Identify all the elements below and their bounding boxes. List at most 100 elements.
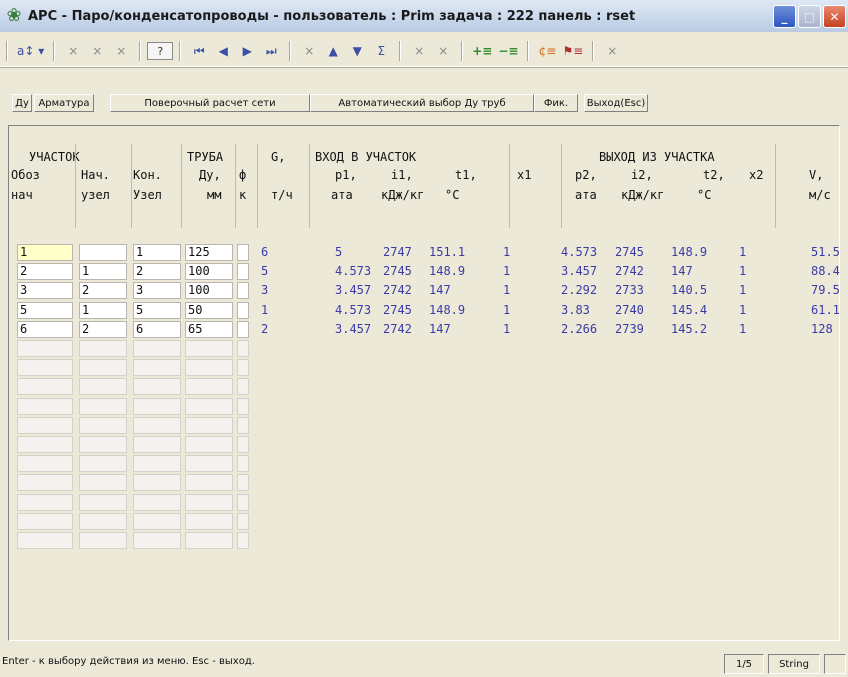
title-bar[interactable]: ❀ APC - Паро/конденсатопроводы - пользов…: [0, 0, 848, 32]
insert-row-icon[interactable]: +≡: [469, 41, 495, 61]
cell-oboz[interactable]: 6: [17, 321, 73, 338]
cell-oboz[interactable]: 2: [17, 263, 73, 280]
cell-kon[interactable]: 5: [133, 302, 181, 319]
cell-f[interactable]: [237, 532, 249, 549]
cell-du[interactable]: [185, 494, 233, 511]
cell-f[interactable]: [237, 474, 249, 491]
cell-f[interactable]: [237, 321, 249, 338]
first-record-icon[interactable]: ⏮: [187, 41, 211, 61]
cell-du[interactable]: [185, 378, 233, 395]
cell-oboz[interactable]: [17, 417, 73, 434]
cell-nach[interactable]: [79, 340, 127, 357]
cell-kon[interactable]: 1: [133, 244, 181, 261]
close-x-icon[interactable]: ×: [85, 41, 109, 61]
close-button[interactable]: ✕: [823, 5, 846, 28]
cell-f[interactable]: [237, 302, 249, 319]
cell-kon[interactable]: [133, 436, 181, 453]
move-up-icon[interactable]: ▲: [321, 41, 345, 61]
delete-row-icon[interactable]: −≡: [495, 41, 521, 61]
cell-kon[interactable]: [133, 455, 181, 472]
cell-oboz[interactable]: [17, 340, 73, 357]
cell-f[interactable]: [237, 494, 249, 511]
cell-kon[interactable]: [133, 494, 181, 511]
cell-f[interactable]: [237, 417, 249, 434]
cell-kon[interactable]: [133, 474, 181, 491]
next-record-icon[interactable]: ▶: [235, 41, 259, 61]
cell-kon[interactable]: [133, 417, 181, 434]
color-icon[interactable]: ¢≡: [535, 41, 559, 61]
cell-oboz[interactable]: [17, 359, 73, 376]
help-icon[interactable]: ?: [147, 42, 174, 60]
menu-auto-du-button[interactable]: Автоматический выбор Ду труб: [310, 94, 534, 112]
close-x-icon[interactable]: ×: [61, 41, 85, 61]
menu-fix-button[interactable]: Фик.: [534, 94, 578, 112]
cell-nach[interactable]: [79, 532, 127, 549]
cell-du[interactable]: 65: [185, 321, 233, 338]
cell-nach[interactable]: [79, 436, 127, 453]
cell-kon[interactable]: 2: [133, 263, 181, 280]
cell-oboz[interactable]: [17, 474, 73, 491]
cell-du[interactable]: [185, 532, 233, 549]
cell-du[interactable]: 100: [185, 263, 233, 280]
menu-exit-button[interactable]: Выход(Esc): [584, 94, 648, 112]
menu-check-calc-button[interactable]: Поверочный расчет сети: [110, 94, 310, 112]
menu-du-button[interactable]: Ду: [12, 94, 32, 112]
cell-f[interactable]: [237, 244, 249, 261]
close-x-icon[interactable]: ×: [109, 41, 133, 61]
cell-du[interactable]: 100: [185, 282, 233, 299]
cell-oboz[interactable]: 5: [17, 302, 73, 319]
cell-du[interactable]: [185, 513, 233, 530]
cell-f[interactable]: [237, 282, 249, 299]
cell-du[interactable]: [185, 455, 233, 472]
cell-du[interactable]: 125: [185, 244, 233, 261]
cell-nach[interactable]: [79, 359, 127, 376]
minimize-button[interactable]: _: [773, 5, 796, 28]
cell-nach[interactable]: 2: [79, 282, 127, 299]
cell-nach[interactable]: 2: [79, 321, 127, 338]
cell-nach[interactable]: [79, 474, 127, 491]
cell-du[interactable]: [185, 398, 233, 415]
close-x-icon[interactable]: ×: [600, 41, 624, 61]
close-x-icon[interactable]: ×: [407, 41, 431, 61]
cell-kon[interactable]: 3: [133, 282, 181, 299]
cell-nach[interactable]: [79, 378, 127, 395]
menu-armatura-button[interactable]: Арматура: [34, 94, 94, 112]
cell-nach[interactable]: [79, 455, 127, 472]
sum-icon[interactable]: Σ: [369, 41, 393, 61]
prev-record-icon[interactable]: ◀: [211, 41, 235, 61]
cell-nach[interactable]: [79, 513, 127, 530]
cell-oboz[interactable]: [17, 532, 73, 549]
cell-kon[interactable]: 6: [133, 321, 181, 338]
cell-kon[interactable]: [133, 513, 181, 530]
cell-f[interactable]: [237, 398, 249, 415]
cell-du[interactable]: [185, 359, 233, 376]
cell-oboz[interactable]: 3: [17, 282, 73, 299]
cell-du[interactable]: [185, 417, 233, 434]
cell-nach[interactable]: 1: [79, 263, 127, 280]
cell-nach[interactable]: [79, 494, 127, 511]
cell-oboz[interactable]: [17, 494, 73, 511]
cell-kon[interactable]: [133, 532, 181, 549]
cell-kon[interactable]: [133, 378, 181, 395]
tool-icon[interactable]: ⚑≡: [559, 41, 586, 61]
cell-oboz[interactable]: [17, 378, 73, 395]
cell-kon[interactable]: [133, 340, 181, 357]
cell-f[interactable]: [237, 263, 249, 280]
cell-f[interactable]: [237, 378, 249, 395]
last-record-icon[interactable]: ⏭: [259, 41, 283, 61]
cell-oboz[interactable]: [17, 513, 73, 530]
cell-f[interactable]: [237, 359, 249, 376]
move-down-icon[interactable]: ▼: [345, 41, 369, 61]
cell-oboz[interactable]: [17, 398, 73, 415]
sort-icon[interactable]: a↕ ▾: [14, 41, 47, 61]
cell-nach[interactable]: [79, 244, 127, 261]
cell-nach[interactable]: 1: [79, 302, 127, 319]
cell-f[interactable]: [237, 513, 249, 530]
cell-f[interactable]: [237, 340, 249, 357]
cell-oboz[interactable]: [17, 455, 73, 472]
close-x-icon[interactable]: ×: [431, 41, 455, 61]
cell-f[interactable]: [237, 436, 249, 453]
maximize-button[interactable]: □: [798, 5, 821, 28]
cell-du[interactable]: [185, 340, 233, 357]
cell-nach[interactable]: [79, 417, 127, 434]
